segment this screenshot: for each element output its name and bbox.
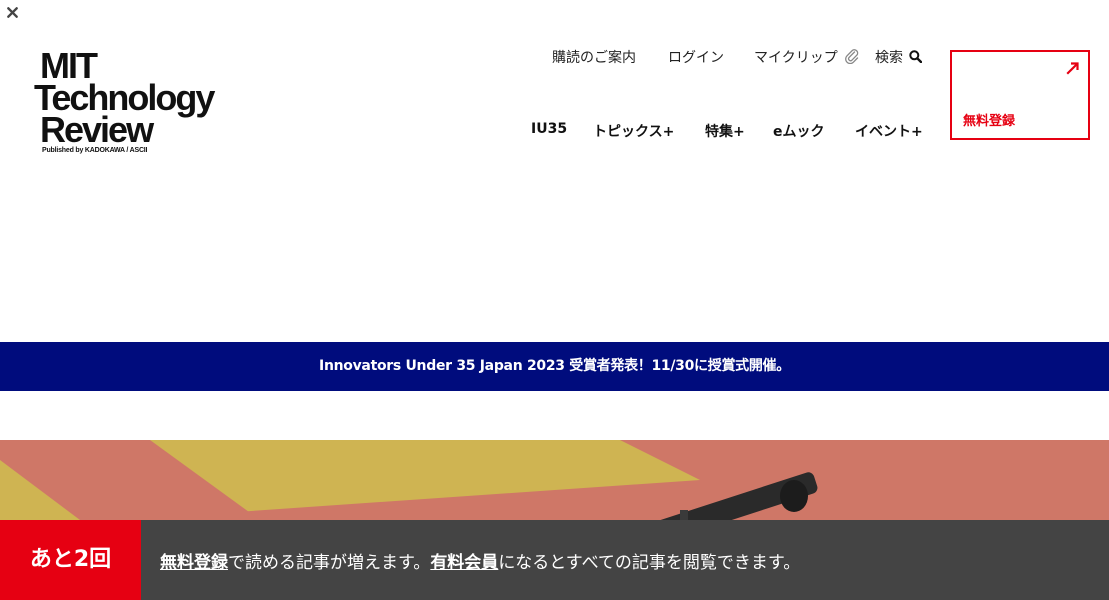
paid-member-link[interactable]: 有料会員 [430, 553, 498, 573]
announcement-banner[interactable]: Innovators Under 35 Japan 2023 受賞者発表！11/… [0, 342, 1109, 391]
free-register-link[interactable]: 無料登録 [160, 553, 228, 573]
nav-iu35[interactable]: IU35 [531, 121, 567, 141]
login-link[interactable]: ログイン [668, 47, 724, 67]
search-link[interactable]: 検索 [875, 47, 923, 67]
paperclip-icon [844, 48, 860, 68]
free-register-button[interactable]: 無料登録 [950, 50, 1090, 140]
close-icon[interactable] [0, 0, 25, 29]
logo-publisher-line: Published by KADOKAWA / ASCII [42, 147, 148, 154]
my-clip-label: マイクリップ [754, 50, 838, 66]
paywall-bar: あと2回 無料登録で読める記事が増えます。有料会員になるとすべての記事を閲覧でき… [0, 520, 1109, 600]
paywall-text-2: になるとすべての記事を閲覧できます。 [498, 553, 801, 573]
nav-emook[interactable]: eムック [773, 121, 825, 141]
free-register-label: 無料登録 [963, 114, 1016, 129]
search-icon [909, 49, 923, 67]
arrow-up-right-icon [1066, 60, 1080, 75]
remaining-articles-count: あと2回 [0, 520, 141, 600]
subscription-guide-link[interactable]: 購読のご案内 [552, 47, 636, 67]
nav-features[interactable]: 特集+ [705, 121, 745, 141]
my-clip-link[interactable]: マイクリップ [754, 47, 860, 67]
hero-image[interactable] [0, 440, 1109, 520]
paywall-text-1: で読める記事が増えます。 [228, 553, 431, 573]
paywall-message: 無料登録で読める記事が増えます。有料会員になるとすべての記事を閲覧できます。 [160, 548, 800, 573]
search-label: 検索 [875, 50, 903, 66]
nav-topics[interactable]: トピックス+ [593, 121, 674, 141]
nav-events[interactable]: イベント+ [855, 121, 923, 141]
mit-technology-review-logo[interactable]: MIT Technology Review Published by KADOK… [34, 48, 234, 158]
logo-line-review: Review [40, 109, 154, 150]
